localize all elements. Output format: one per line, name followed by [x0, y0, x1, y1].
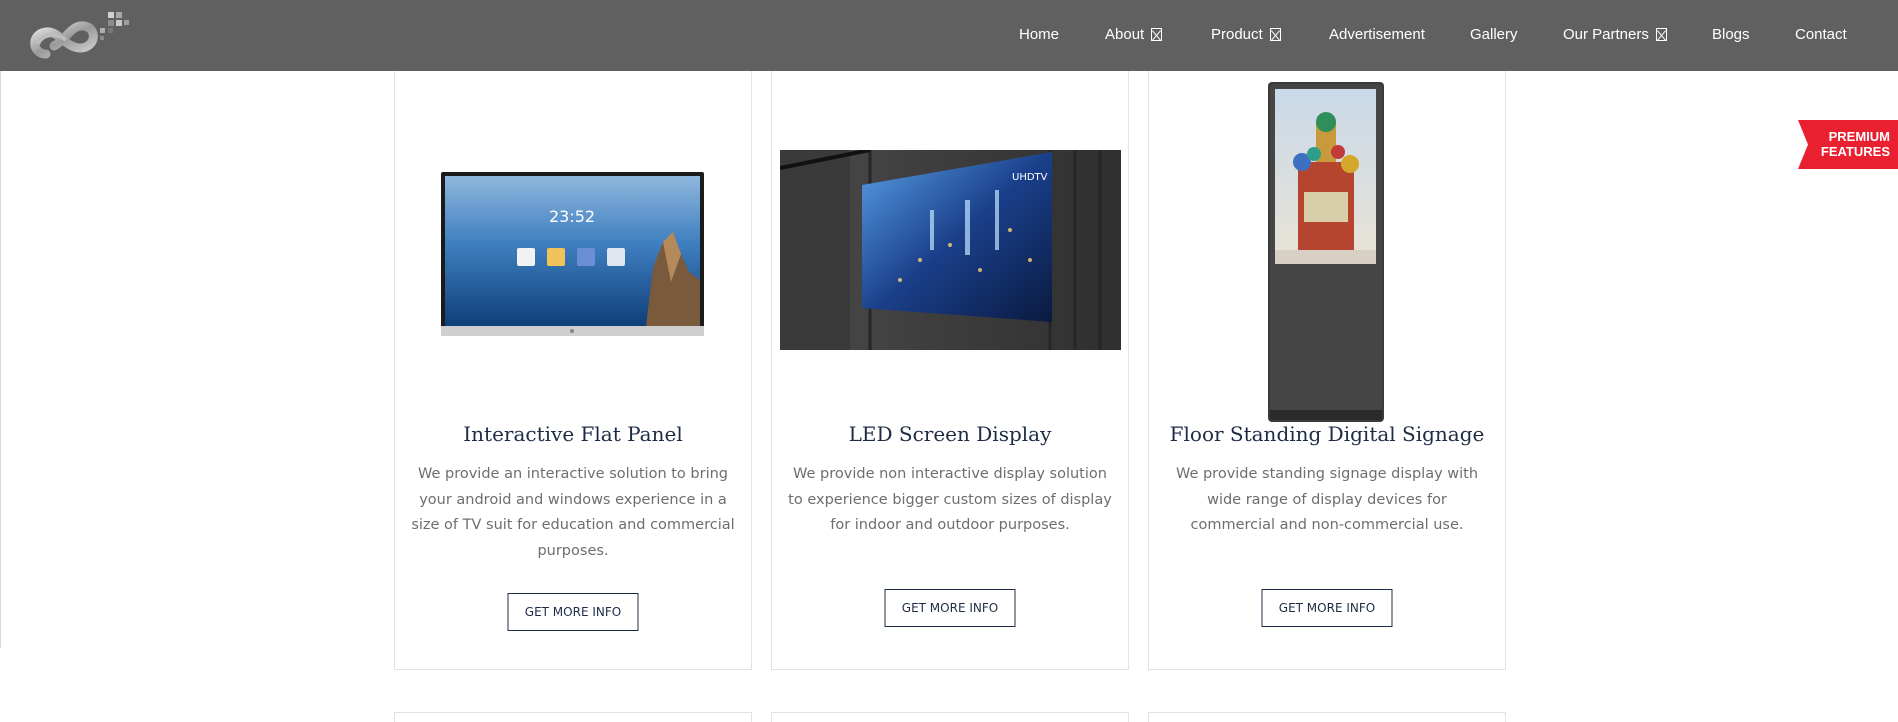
get-more-info-button[interactable]: GET MORE INFO — [507, 593, 639, 631]
nav-gallery[interactable]: Gallery — [1470, 26, 1518, 43]
next-row-card — [771, 712, 1129, 722]
nav-blogs[interactable]: Blogs — [1712, 26, 1750, 43]
nav-blogs-label: Blogs — [1712, 26, 1750, 43]
premium-features-ribbon[interactable]: PREMIUM FEATURES — [1798, 120, 1898, 169]
product-card-led-screen-display: UHDTV LED Screen Display We provide non … — [771, 41, 1129, 670]
get-more-info-button[interactable]: GET MORE INFO — [884, 589, 1016, 627]
nav-home[interactable]: Home — [1019, 26, 1059, 43]
infinity-logo[interactable] — [28, 10, 134, 66]
nav-contact[interactable]: Contact — [1795, 26, 1847, 43]
page-edge-divider — [0, 71, 1, 648]
card-title: Floor Standing Digital Signage — [1169, 422, 1485, 446]
nav-product[interactable]: Product — [1211, 26, 1281, 43]
nav-about-label: About — [1105, 26, 1145, 43]
premium-features-label: PREMIUM FEATURES — [1821, 129, 1890, 159]
premium-label-line1: PREMIUM — [1828, 129, 1890, 144]
product-card-floor-standing-signage: Floor Standing Digital Signage We provid… — [1148, 41, 1506, 670]
next-row-card — [1148, 712, 1506, 722]
card-description: We provide standing signage display with… — [1175, 466, 1479, 533]
floor-standing-kiosk-image — [1268, 82, 1384, 422]
nav-our-partners[interactable]: Our Partners — [1563, 26, 1667, 43]
interactive-flat-panel-image: 23:52 — [441, 172, 704, 336]
screen-brand-text: UHDTV — [1012, 172, 1048, 183]
dropdown-icon — [1269, 28, 1281, 41]
card-title: Interactive Flat Panel — [463, 422, 683, 446]
card-description: We provide an interactive solution to br… — [411, 466, 735, 559]
nav-about[interactable]: About — [1105, 26, 1163, 43]
dropdown-icon — [1151, 28, 1163, 41]
dropdown-icon — [1655, 28, 1667, 41]
nav-contact-label: Contact — [1795, 26, 1847, 43]
led-video-wall-image: UHDTV — [779, 148, 1121, 350]
nav-advertisement[interactable]: Advertisement — [1329, 26, 1425, 43]
card-title: LED Screen Display — [848, 422, 1052, 446]
premium-label-line2: FEATURES — [1820, 144, 1890, 159]
next-row-card — [394, 712, 752, 722]
product-card-interactive-flat-panel: 23:52 Interactive Flat Panel We provide … — [394, 41, 752, 670]
get-more-info-button[interactable]: GET MORE INFO — [1261, 589, 1393, 627]
nav-home-label: Home — [1019, 26, 1060, 43]
nav-advertisement-label: Advertisement — [1329, 26, 1425, 43]
nav-gallery-label: Gallery — [1470, 26, 1518, 43]
nav-our-partners-label: Our Partners — [1563, 26, 1649, 43]
site-header: Home About Product Advertisement Gallery… — [0, 0, 1898, 71]
card-description: We provide non interactive display solut… — [788, 466, 1112, 533]
nav-product-label: Product — [1211, 26, 1263, 43]
screen-clock-text: 23:52 — [549, 207, 595, 226]
